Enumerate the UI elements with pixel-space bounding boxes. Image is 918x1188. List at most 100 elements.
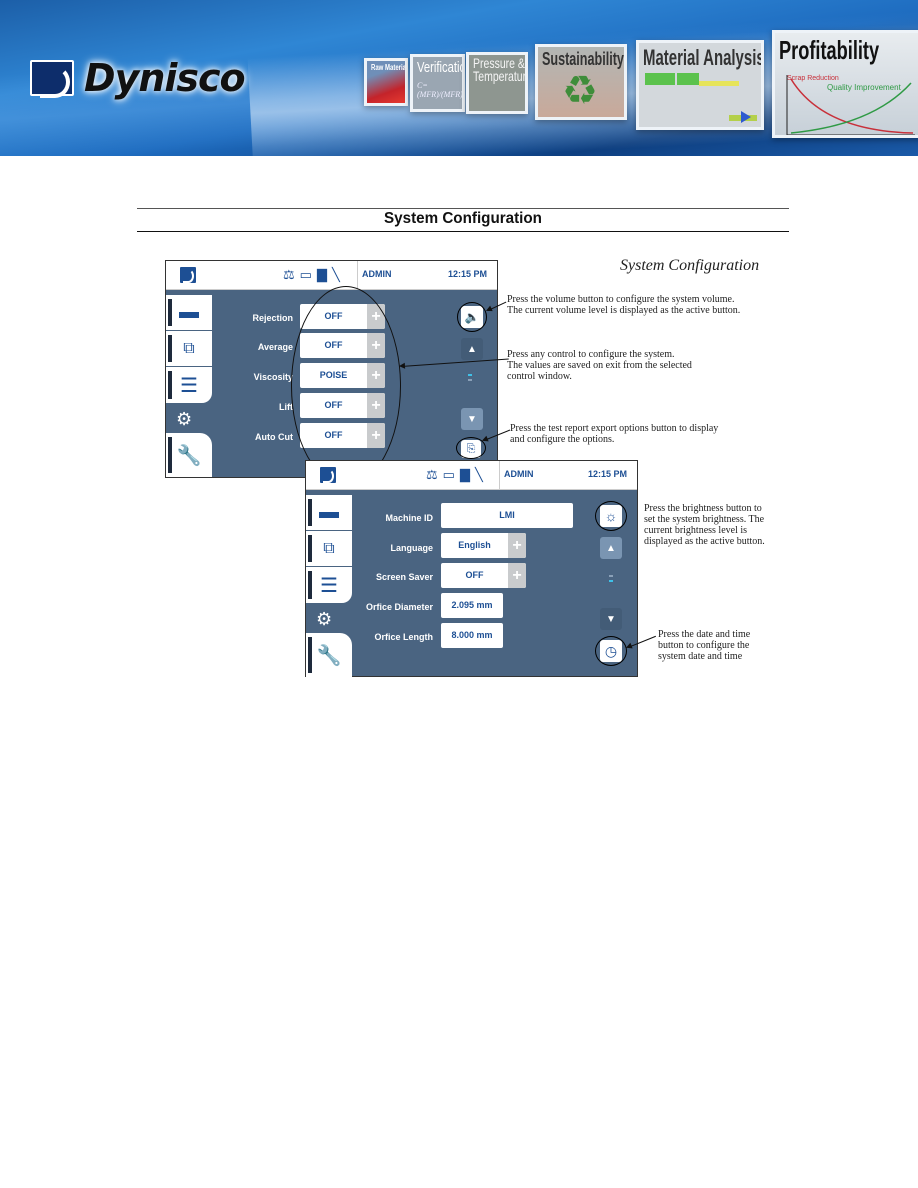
highlight-circle xyxy=(595,501,627,531)
callout-line: Press the brightness button to xyxy=(644,503,762,514)
highlight-circle xyxy=(457,302,487,332)
tile-formula: C= (MFR)/(MFR) xyxy=(417,81,463,99)
status-icons: ⚖ ▭ ▇ ╲ xyxy=(283,267,340,283)
tab-indicator xyxy=(168,299,172,326)
tab-indicator xyxy=(168,335,172,362)
row-label: Average xyxy=(257,342,293,352)
header-divider xyxy=(357,261,358,290)
screen-header: ⚖ ▭ ▇ ╲ ADMIN 12:15 PM xyxy=(166,261,497,290)
callout-line: and configure the options. xyxy=(510,434,615,445)
sidebar: ▬ ⧉ ☰ ⚙ 🔧 xyxy=(306,491,352,677)
highlight-circle xyxy=(595,636,627,666)
tile-profitability: Profitability Scrap Reduction Quality Im… xyxy=(772,30,918,138)
row-label: Language xyxy=(390,543,433,553)
row-label: Screen Saver xyxy=(375,572,433,582)
tile-deco xyxy=(645,73,675,85)
tab-indicator xyxy=(168,371,172,399)
callout-line: button to configure the xyxy=(658,640,750,651)
dynisco-logo-icon xyxy=(30,60,74,98)
row-label: Machine ID xyxy=(385,513,433,523)
section-rule-bottom xyxy=(137,231,789,232)
printer-icon[interactable]: ▇ xyxy=(317,267,327,283)
row-label: Viscosity xyxy=(253,372,293,382)
section-rule-top xyxy=(137,208,789,209)
header-divider xyxy=(499,461,500,490)
callout-line: displayed as the active button. xyxy=(644,536,765,547)
chat-icon: ▬ xyxy=(179,301,199,323)
volume-up-button[interactable]: ▲ xyxy=(461,338,483,360)
balance-icon[interactable]: ⚖ xyxy=(283,267,295,283)
screen-saver-control[interactable]: OFF + xyxy=(441,563,526,588)
tile-material-analysis: Material Analysis xyxy=(636,40,764,130)
tab-indicator xyxy=(168,437,172,473)
sidebar-tab-list[interactable]: ☰ xyxy=(306,567,352,603)
sidebar-tab-messages[interactable]: ▬ xyxy=(306,495,352,530)
tile-title: Verification xyxy=(417,59,462,76)
tile-deco xyxy=(699,81,739,86)
orifice-diameter-field[interactable]: 2.095 mm xyxy=(441,593,503,618)
tab-indicator xyxy=(308,637,312,673)
sidebar-tab-tools[interactable]: 🔧 xyxy=(166,433,212,477)
machine-id-field[interactable]: LMI xyxy=(441,503,573,528)
callout-line: system date and time xyxy=(658,651,743,662)
sidebar-tab-messages[interactable]: ▬ xyxy=(166,295,212,330)
play-icon xyxy=(741,111,751,123)
dynisco-logo-icon xyxy=(320,467,336,483)
printer-icon[interactable]: ▇ xyxy=(460,467,470,483)
laptop-icon[interactable]: ▭ xyxy=(443,467,455,483)
callout-line: control window. xyxy=(507,371,572,382)
gear-icon[interactable]: ⚙ xyxy=(316,609,332,630)
callout-line: current brightness level is xyxy=(644,525,748,536)
tile-title: Pressure & Temperature xyxy=(473,55,528,84)
brightness-level-active xyxy=(609,580,613,582)
user-label: ADMIN xyxy=(362,269,392,279)
control-value: English xyxy=(458,540,491,550)
controls-highlight-oval xyxy=(291,286,401,486)
tile-title: Raw Materials xyxy=(371,63,408,72)
sidebar-tab-list[interactable]: ☰ xyxy=(166,367,212,403)
chat-icon: ▬ xyxy=(319,501,339,523)
volume-down-button[interactable]: ▼ xyxy=(461,408,483,430)
tile-verification: Verification C= (MFR)/(MFR) xyxy=(410,54,465,112)
callout-line: The values are saved on exit from the se… xyxy=(507,360,692,371)
tile-raw-materials: Raw Materials xyxy=(364,58,408,106)
callout-brightness: Press the brightness button to set the s… xyxy=(644,503,765,547)
network-icon: ⧉ xyxy=(323,539,335,557)
plus-button[interactable]: + xyxy=(508,563,526,588)
language-control[interactable]: English + xyxy=(441,533,526,558)
tile-sustainability: Sustainability ♻ xyxy=(535,44,627,120)
brightness-down-button[interactable]: ▼ xyxy=(600,608,622,630)
usb-icon[interactable]: ╲ xyxy=(332,267,340,283)
triangle-down-icon: ▼ xyxy=(606,613,616,625)
callout-line: set the system brightness. The xyxy=(644,514,765,525)
sidebar-tab-tools[interactable]: 🔧 xyxy=(306,633,352,677)
plus-button[interactable]: + xyxy=(508,533,526,558)
laptop-icon[interactable]: ▭ xyxy=(300,267,312,283)
callout-line: Press any control to configure the syste… xyxy=(507,349,675,360)
sidebar-tab-network[interactable]: ⧉ xyxy=(306,531,352,566)
figure-title: System Configuration xyxy=(620,257,760,274)
tab-indicator xyxy=(308,571,312,599)
row-label: Auto Cut xyxy=(255,432,293,442)
triangle-up-icon: ▲ xyxy=(467,343,477,355)
usb-icon[interactable]: ╲ xyxy=(475,467,483,483)
control-value: LMI xyxy=(499,510,515,520)
clock-label: 12:15 PM xyxy=(587,469,627,479)
balance-icon[interactable]: ⚖ xyxy=(426,467,438,483)
wrench-icon: 🔧 xyxy=(176,444,202,467)
screen-header: ⚖ ▭ ▇ ╲ ADMIN 12:15 PM xyxy=(306,461,637,490)
callout-line: Press the volume button to configure the… xyxy=(507,294,735,305)
brightness-up-button[interactable]: ▲ xyxy=(600,537,622,559)
callout-line: The current volume level is displayed as… xyxy=(507,305,741,316)
tile-title: Sustainability xyxy=(542,49,624,69)
gear-icon[interactable]: ⚙ xyxy=(176,409,192,430)
sidebar-tab-network[interactable]: ⧉ xyxy=(166,331,212,366)
triangle-down-icon: ▼ xyxy=(467,413,477,425)
brightness-level xyxy=(609,575,613,577)
row-label: Orfice Length xyxy=(374,632,433,642)
wrench-icon: 🔧 xyxy=(316,644,342,667)
orifice-length-field[interactable]: 8.000 mm xyxy=(441,623,503,648)
callout-datetime: Press the date and time button to config… xyxy=(658,629,750,662)
screen-system-config-2: ⚖ ▭ ▇ ╲ ADMIN 12:15 PM ▬ ⧉ ☰ ⚙ 🔧 Machine… xyxy=(305,460,638,677)
dynisco-logo-icon xyxy=(180,267,196,283)
